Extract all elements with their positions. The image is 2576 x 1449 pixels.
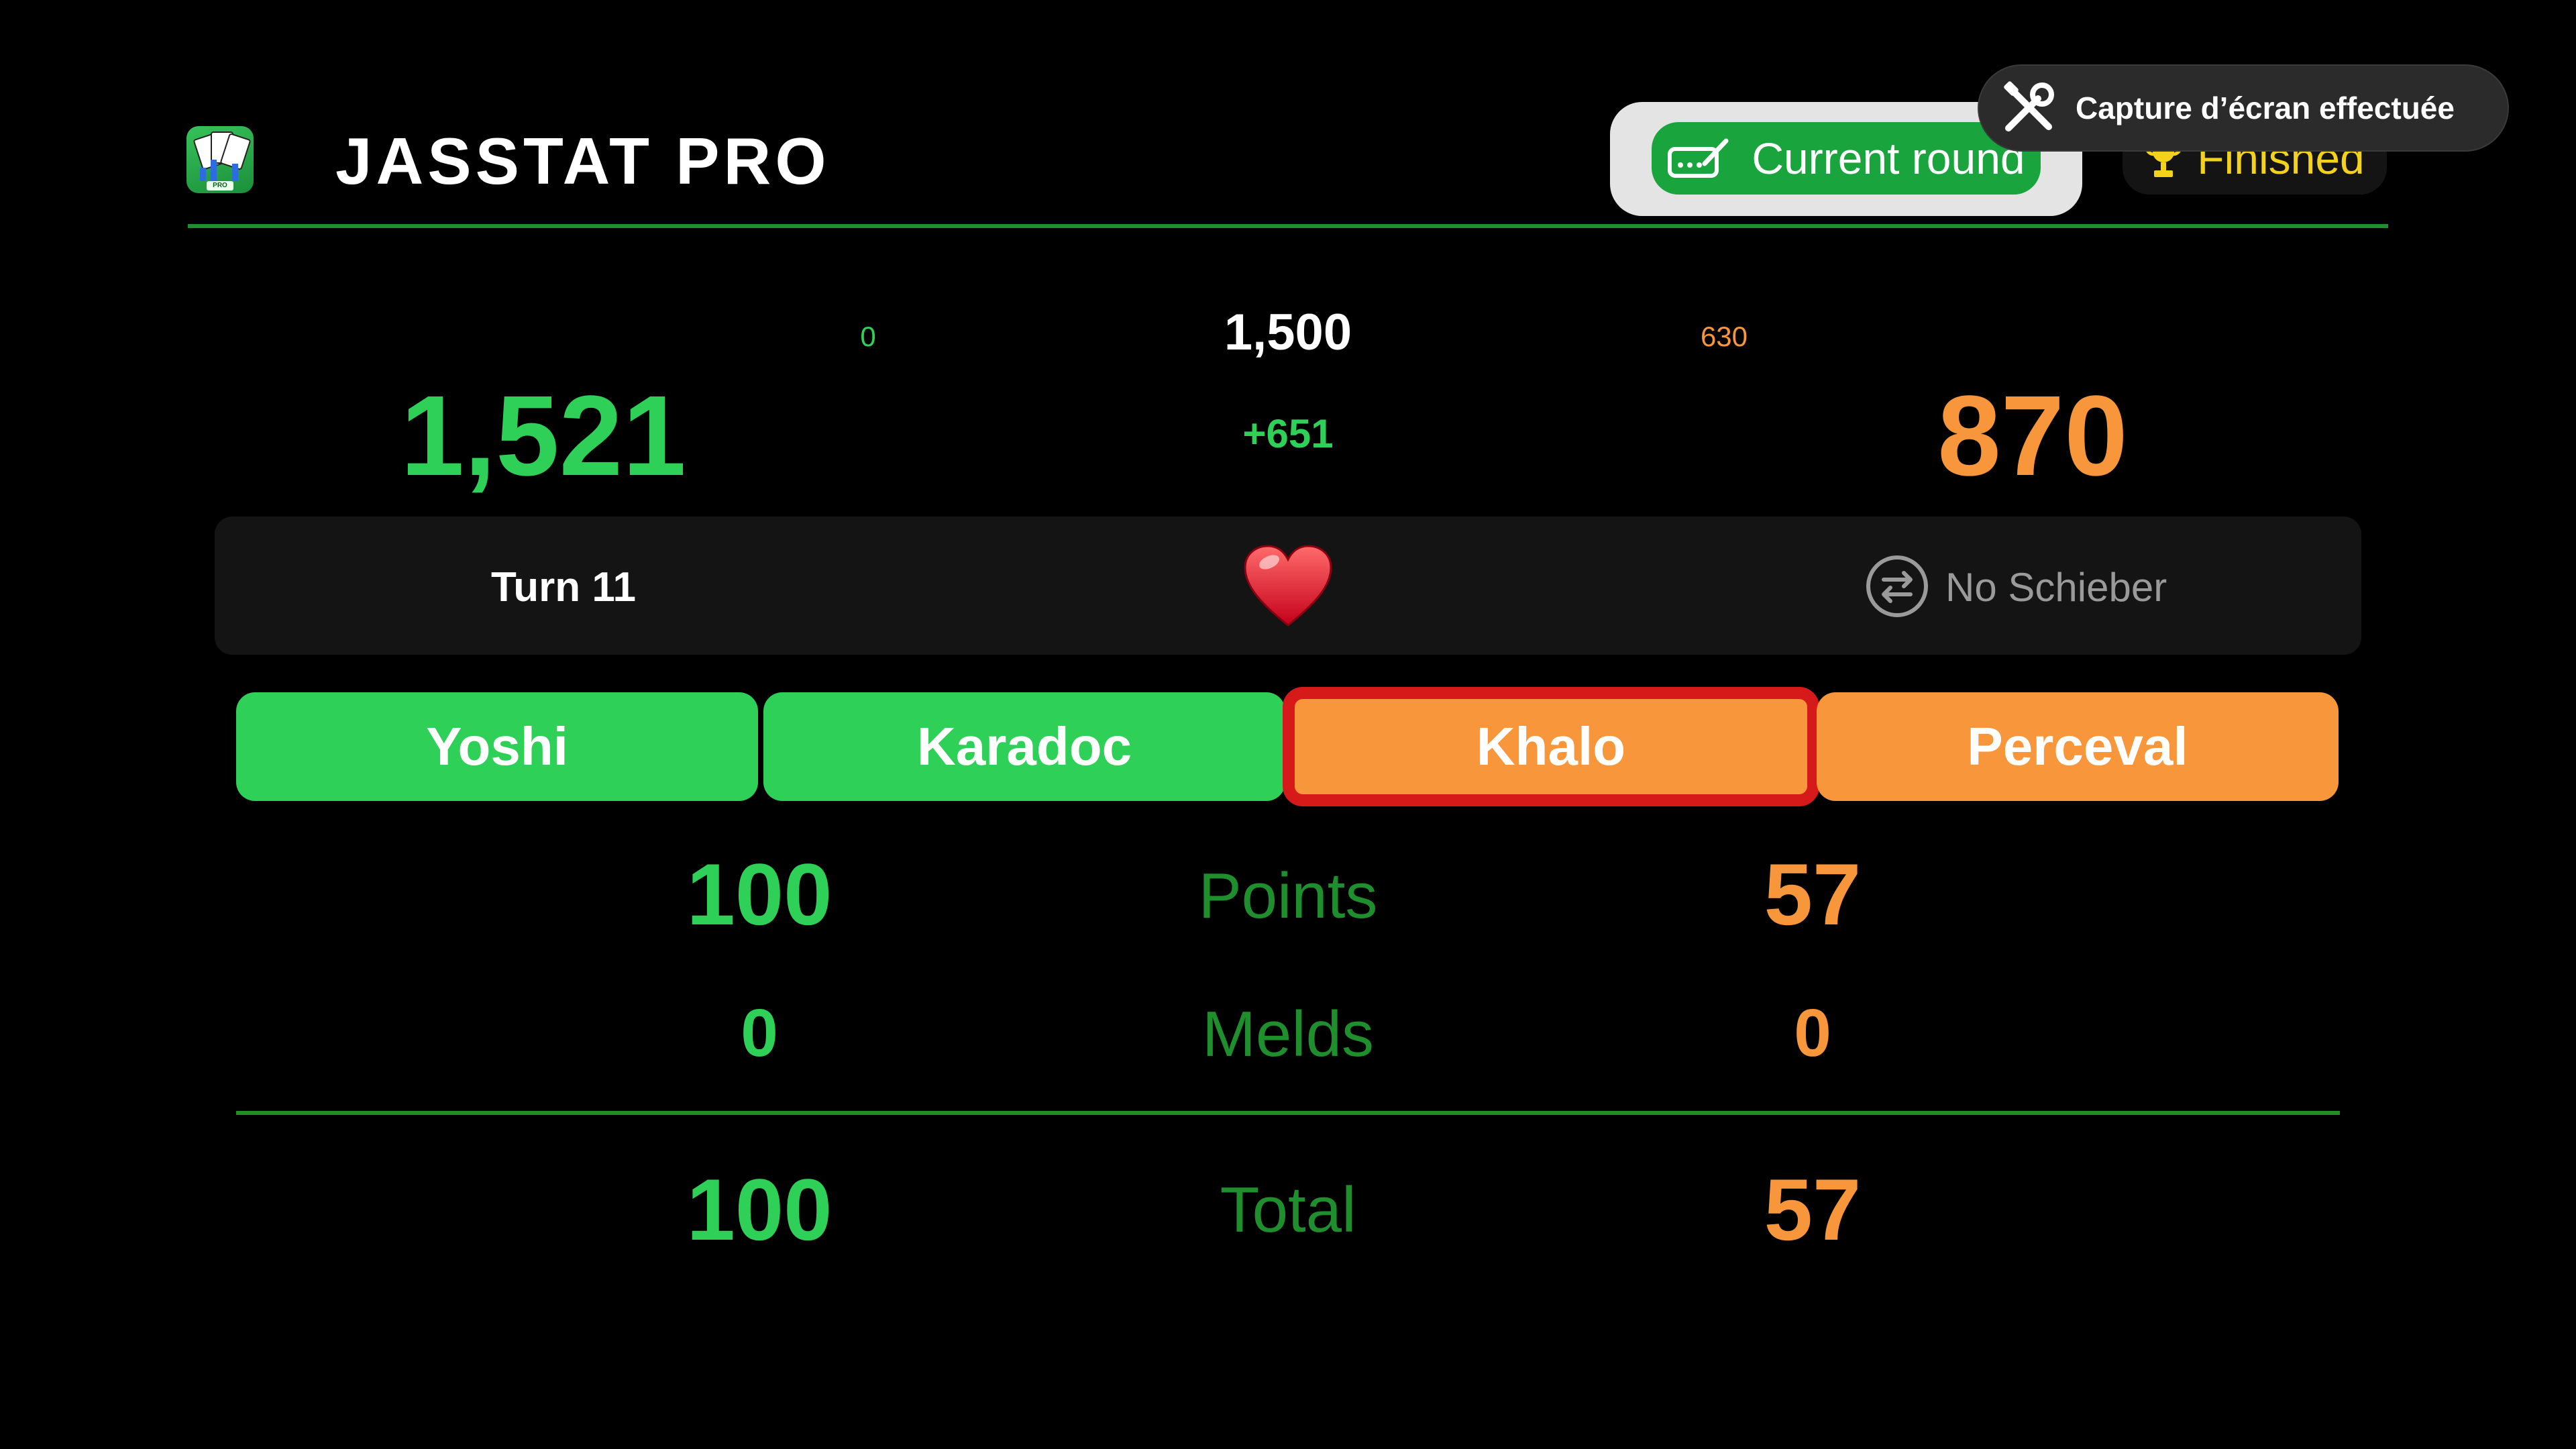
melds-left-value[interactable]: 0 (592, 993, 927, 1073)
screenshot-notification[interactable]: Capture d’écran effectuée (1978, 64, 2509, 152)
header-divider (188, 224, 2388, 228)
heart-icon[interactable] (1241, 542, 1335, 629)
melds-right-value[interactable]: 0 (1645, 993, 1980, 1073)
score-lead: +651 (1242, 411, 1334, 456)
right-team-remaining: 630 (1700, 321, 1748, 352)
right-team-total: 870 (1937, 372, 2128, 500)
player-button-yoshi[interactable]: Yoshi (236, 692, 758, 801)
tab-current-round-label: Current round (1752, 133, 2025, 183)
player-button-karadoc[interactable]: Karadoc (763, 692, 1285, 801)
player-button-perceval[interactable]: Perceval (1817, 692, 2339, 801)
melds-label: Melds (1201, 998, 1375, 1070)
player-button-khalo[interactable]: Khalo (1283, 687, 1819, 806)
app-logo-tag: PRO (207, 181, 233, 191)
app-logo: PRO (186, 126, 254, 193)
left-team-total: 1,521 (400, 372, 686, 500)
schieber-swap-icon (1866, 555, 1928, 617)
tab-current-round[interactable]: Current round (1652, 122, 2041, 195)
app-title: JASSTAT PRO (335, 124, 830, 198)
points-left-value[interactable]: 100 (592, 844, 927, 945)
left-team-remaining: 0 (860, 321, 876, 352)
scorepad-pen-icon (1668, 138, 1729, 178)
schieber-label: No Schieber (1945, 565, 2167, 610)
points-right-value[interactable]: 57 (1645, 844, 1980, 945)
total-right-value: 57 (1764, 1161, 1862, 1258)
turn-label: Turn 11 (491, 564, 636, 610)
total-label: Total (1220, 1174, 1356, 1246)
total-left-value: 100 (686, 1161, 833, 1258)
points-label: Points (1198, 860, 1378, 932)
tools-icon (2004, 81, 2054, 131)
target-score: 1,500 (1224, 304, 1352, 361)
notification-text: Capture d’écran effectuée (2076, 91, 2455, 125)
total-divider (236, 1111, 2340, 1115)
